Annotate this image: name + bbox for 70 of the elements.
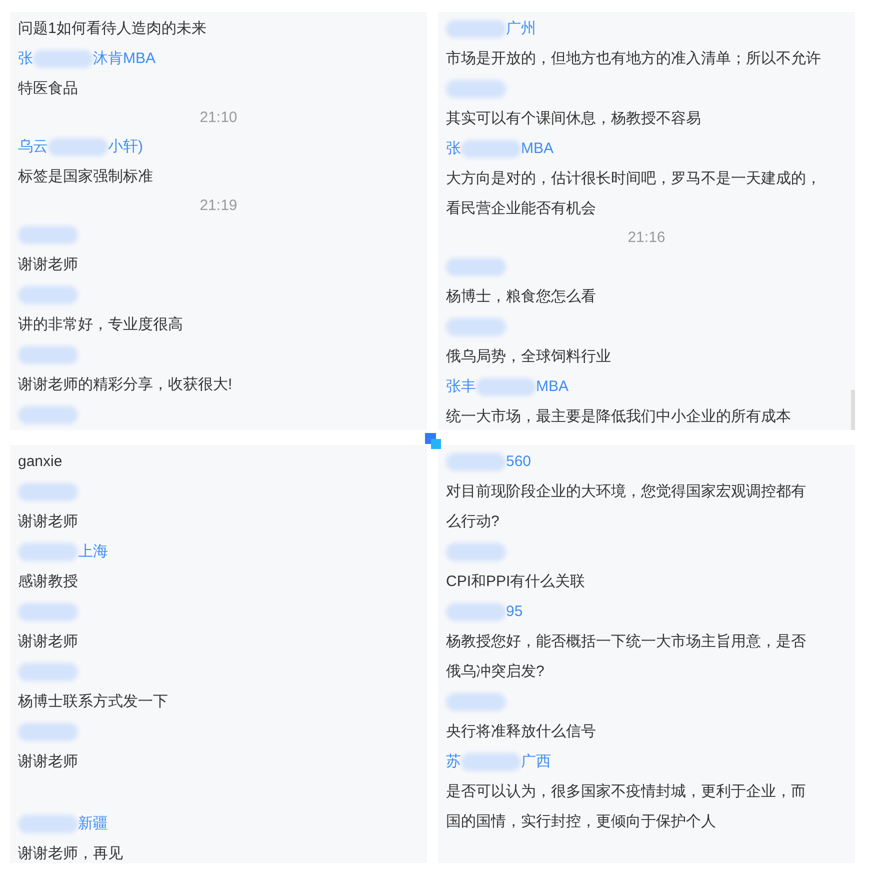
sender-name: 560 [506,452,532,472]
sender-name: 新疆 [78,814,108,834]
message-text: 问题1如何看待人造肉的未来 [18,19,206,39]
blurred-name [446,543,506,561]
message-text: 俄乌局势，全球饲料行业 [446,347,611,367]
sender-name: 广州 [506,18,536,39]
blurred-name [446,318,506,336]
timestamp: 21:16 [628,228,666,248]
message-text: 俄乌冲突启发? [446,662,544,682]
blurred-name [446,20,506,38]
message-text: 央行将准释放什么信号 [446,722,596,742]
message-text: 感谢教授 [18,572,78,592]
blurred-name [461,140,521,158]
blurred-name [48,138,108,156]
sender-name: 乌云 [18,136,48,157]
message-text: 杨博士，粮食您怎么看 [446,287,596,307]
sender-name: 小轩) [108,136,143,157]
message-text: 杨教授您好，能否概括一下统一大市场主旨用意，是否 [446,632,806,652]
sender-name: MBA [536,376,569,397]
message-text: 国的国情，实行封控，更倾向于保护个人 [446,812,716,832]
blurred-name [18,663,78,681]
sender-name: MBA [521,138,554,159]
message-text: 市场是开放的，但地方也有地方的准入清单；所以不允许 [446,49,821,69]
blurred-name [33,50,93,68]
blurred-name [18,815,78,833]
message-text: 谢谢老师 [18,512,78,532]
message-text: ganxie [18,452,62,472]
blurred-name [18,286,78,304]
message-text: 大方向是对的，估计很长时间吧，罗马不是一天建成的， [446,169,821,189]
blurred-name [18,723,78,741]
message-text: 统一大市场，最主要是降低我们中小企业的所有成本 [446,407,791,427]
message-text: 杨博士联系方式发一下 [18,692,168,712]
blurred-name [18,406,78,424]
sender-name: 苏 [446,752,461,772]
blurred-name [446,80,506,98]
blurred-name [446,258,506,276]
sender-name: 沐肯MBA [93,48,156,69]
sender-name: 张丰 [446,376,476,397]
timestamp: 21:19 [200,196,238,216]
message-text: 是否可以认为，很多国家不疫情封城，更利于企业，而 [446,782,806,802]
message-text: 标签是国家强制标准 [18,167,153,187]
blurred-name [446,693,506,711]
sender-name: 张 [18,48,33,69]
message-text: 对目前现阶段企业的大环境，您觉得国家宏观调控都有 [446,482,806,502]
message-text: 谢谢老师 [18,752,78,772]
message-text: 谢谢老师的精彩分享，收获很大! [18,375,232,395]
sender-name: 张 [446,138,461,159]
blurred-name [18,603,78,621]
blurred-name [446,603,506,621]
sender-name: 95 [506,602,523,622]
message-text: 讲的非常好，专业度很高 [18,315,183,335]
message-text: 看民营企业能否有机会 [446,199,596,219]
blurred-name [18,226,78,244]
blurred-name [18,483,78,501]
square-icon [425,433,441,449]
blurred-name [18,543,78,561]
message-text: 么行动? [446,512,500,532]
blurred-name [476,378,536,396]
message-text: 其实可以有个课间休息，杨教授不容易 [446,109,701,129]
message-text: 谢谢老师，再见 [18,844,123,863]
sender-name: 上海 [78,542,108,562]
blurred-name [18,346,78,364]
message-text: 谢谢老师 [18,255,78,275]
message-text: 谢谢老师 [18,632,78,652]
blurred-name [461,753,521,771]
timestamp: 21:10 [200,108,238,128]
message-text: CPI和PPI有什么关联 [446,572,586,592]
blurred-name [446,453,506,471]
sender-name: 广西 [521,752,551,772]
message-text: 特医食品 [18,79,78,99]
